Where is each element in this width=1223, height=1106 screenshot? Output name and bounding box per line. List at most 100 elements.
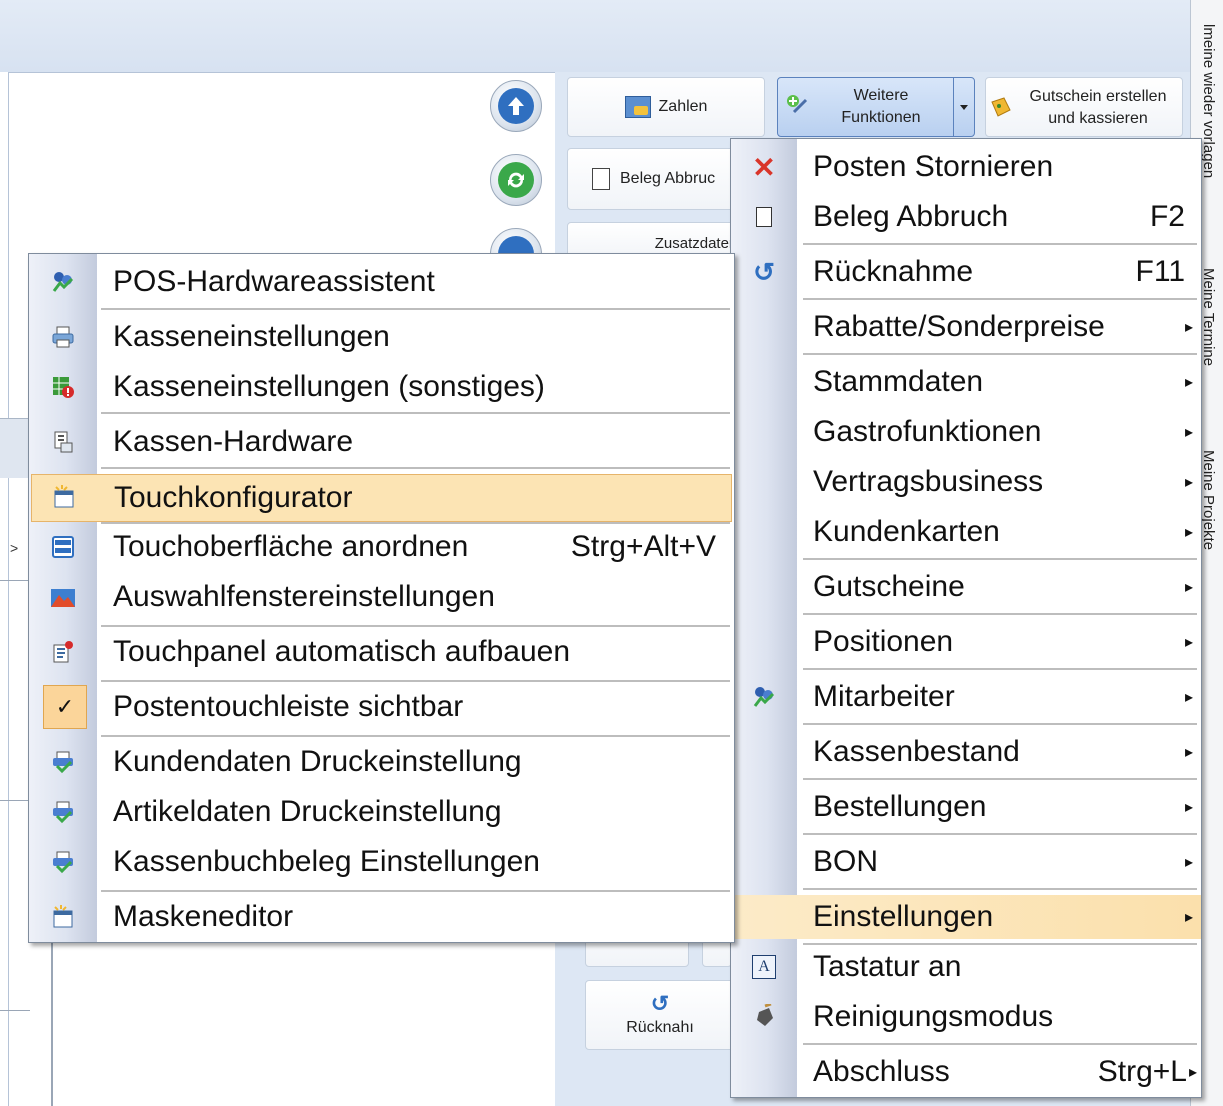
menu-separator xyxy=(803,833,1197,836)
menu-item-label: Posten Stornieren xyxy=(813,150,1054,183)
submenu-item-kundendaten-druck[interactable]: Kundendaten Druckeinstellung xyxy=(29,742,734,782)
menu-item-label: Reinigungsmodus xyxy=(813,1000,1054,1033)
submenu-item-kasseneinstellungen[interactable]: Kasseneinstellungen xyxy=(29,317,734,357)
hardware-icon xyxy=(49,428,77,456)
left-panel-row xyxy=(0,418,30,478)
keyboard-icon: A xyxy=(750,953,778,981)
zahlen-label: Zahlen xyxy=(658,98,708,115)
menu-separator xyxy=(101,522,730,525)
side-tab-termine[interactable]: Meine Termine xyxy=(1200,268,1217,366)
menu-item-shortcut: F2 xyxy=(1149,200,1185,233)
left-panel-divider xyxy=(0,580,30,581)
menu-separator xyxy=(803,243,1197,246)
menu-item-abschluss[interactable]: Abschluss Strg+L ▸ xyxy=(731,1052,1201,1092)
cross-icon: ✕ xyxy=(752,151,776,183)
cleaning-icon xyxy=(750,1003,778,1031)
menu-item-label: Positionen xyxy=(813,625,954,658)
weitere-funktionen-menu: ✕ Posten Stornieren Beleg Abbruch F2 ↺ R… xyxy=(730,138,1202,1098)
einstellungen-submenu: POS-Hardwareassistent Kasseneinstellunge… xyxy=(28,253,735,943)
submenu-item-touchoberflaeche-anordnen[interactable]: Touchoberfläche anordnen Strg+Alt+V xyxy=(29,527,734,567)
menu-item-label: Beleg Abbruch xyxy=(813,200,1009,233)
menu-item-einstellungen[interactable]: Einstellungen ▸ xyxy=(731,895,1201,939)
menu-separator xyxy=(101,680,730,683)
zahlen-button[interactable]: Zahlen xyxy=(567,77,765,137)
submenu-arrow-icon: ▸ xyxy=(1184,909,1193,926)
table-alert-icon xyxy=(49,373,77,401)
print-check-icon xyxy=(49,798,77,826)
print-check-icon xyxy=(49,848,77,876)
menu-item-kassenbestand[interactable]: Kassenbestand ▸ xyxy=(731,732,1201,772)
menu-item-reinigungsmodus[interactable]: Reinigungsmodus xyxy=(731,997,1201,1037)
left-panel-divider xyxy=(0,800,30,801)
submenu-item-artikeldaten-druck[interactable]: Artikeldaten Druckeinstellung xyxy=(29,792,734,832)
menu-item-mitarbeiter[interactable]: Mitarbeiter ▸ xyxy=(731,677,1201,717)
submenu-item-pos-hardwareassistent[interactable]: POS-Hardwareassistent xyxy=(29,262,734,302)
menu-item-beleg-abbruch[interactable]: Beleg Abbruch F2 xyxy=(731,197,1201,237)
submenu-item-maskeneditor[interactable]: Maskeneditor xyxy=(29,897,734,937)
submenu-arrow-icon: ▸ xyxy=(1184,854,1193,871)
menu-item-stammdaten[interactable]: Stammdaten ▸ xyxy=(731,362,1201,402)
submenu-arrow-icon: ▸ xyxy=(1184,744,1193,761)
submenu-item-touchkonfigurator[interactable]: Touchkonfigurator xyxy=(31,474,732,522)
menu-item-label: Vertragsbusiness xyxy=(813,465,1044,498)
scroll-up-button[interactable] xyxy=(490,80,542,132)
menu-item-label: Abschluss xyxy=(813,1055,950,1088)
menu-item-rabatte[interactable]: Rabatte/Sonderpreise ▸ xyxy=(731,307,1201,347)
menu-item-posten-stornieren[interactable]: ✕ Posten Stornieren xyxy=(731,147,1201,187)
menu-item-bon[interactable]: BON ▸ xyxy=(731,842,1201,882)
menu-item-label: Auswahlfenstereinstellungen xyxy=(113,580,495,613)
printer-icon xyxy=(49,323,77,351)
menu-item-ruecknahme[interactable]: ↺ Rücknahme F11 xyxy=(731,252,1201,292)
submenu-arrow-icon: ▸ xyxy=(1184,474,1193,491)
menu-item-label: Rabatte/Sonderpreise xyxy=(813,310,1105,343)
menu-item-kundenkarten[interactable]: Kundenkarten ▸ xyxy=(731,512,1201,552)
mask-editor-icon xyxy=(49,903,77,931)
gutschein-label-line2: und kassieren xyxy=(1048,110,1148,127)
submenu-item-auswahlfenstereinstellungen[interactable]: Auswahlfenstereinstellungen xyxy=(29,577,734,617)
side-tab-vorlagen[interactable]: lmeine wieder vorlagen xyxy=(1200,24,1217,178)
menu-separator xyxy=(101,467,730,470)
menu-item-positionen[interactable]: Positionen ▸ xyxy=(731,622,1201,662)
submenu-arrow-icon: ▸ xyxy=(1184,374,1193,391)
menu-item-label: Maskeneditor xyxy=(113,900,294,933)
menu-item-gastrofunktionen[interactable]: Gastrofunktionen ▸ xyxy=(731,412,1201,452)
menu-item-gutscheine[interactable]: Gutscheine ▸ xyxy=(731,567,1201,607)
menu-separator xyxy=(101,625,730,628)
menu-item-label: Touchkonfigurator xyxy=(114,481,353,514)
menu-separator xyxy=(803,778,1197,781)
weitere-dropdown-toggle[interactable] xyxy=(953,78,974,136)
users-icon xyxy=(750,683,778,711)
side-tab-projekte[interactable]: Meine Projekte xyxy=(1200,450,1217,550)
submenu-item-postentouchleiste[interactable]: ✓ Postentouchleiste sichtbar xyxy=(29,685,734,729)
submenu-item-touchpanel-aufbauen[interactable]: Touchpanel automatisch aufbauen xyxy=(29,632,734,672)
submenu-arrow-icon: ▸ xyxy=(1184,799,1193,816)
menu-separator xyxy=(803,613,1197,616)
menu-item-shortcut: Strg+Alt+V xyxy=(570,530,716,563)
menu-item-bestellungen[interactable]: Bestellungen ▸ xyxy=(731,787,1201,827)
menu-item-label: Kasseneinstellungen (sonstiges) xyxy=(113,370,545,403)
menu-item-shortcut: Strg+L xyxy=(1097,1055,1187,1088)
menu-item-label: POS-Hardwareassistent xyxy=(113,265,435,298)
menu-item-label: Stammdaten xyxy=(813,365,984,398)
menu-separator xyxy=(101,308,730,311)
menu-separator xyxy=(101,890,730,893)
menu-item-label: Kasseneinstellungen xyxy=(113,320,390,353)
gutschein-button[interactable]: Gutschein erstellen und kassieren xyxy=(985,77,1183,137)
submenu-item-kasseneinstellungen-sonstiges[interactable]: Kasseneinstellungen (sonstiges) xyxy=(29,367,734,407)
submenu-item-kassenbuchbeleg[interactable]: Kassenbuchbeleg Einstellungen xyxy=(29,842,734,882)
menu-item-vertragsbusiness[interactable]: Vertragsbusiness ▸ xyxy=(731,462,1201,502)
menu-item-label: Mitarbeiter xyxy=(813,680,955,713)
refresh-icon: ↺ xyxy=(753,256,775,287)
weitere-funktionen-button[interactable]: Weitere Funktionen xyxy=(777,77,975,137)
menu-item-label: Gastrofunktionen xyxy=(813,415,1042,448)
expand-arrow[interactable]: > xyxy=(10,540,18,556)
menu-item-label: Postentouchleiste sichtbar xyxy=(113,690,464,723)
refresh-button[interactable] xyxy=(490,154,542,206)
submenu-arrow-icon: ▸ xyxy=(1188,1064,1197,1081)
submenu-item-kassen-hardware[interactable]: Kassen-Hardware xyxy=(29,422,734,462)
menu-item-label: Kassenbuchbeleg Einstellungen xyxy=(113,845,540,878)
ruecknahme-button[interactable]: ↺ Rücknahı xyxy=(585,980,735,1050)
menu-item-tastatur[interactable]: A Tastatur an xyxy=(731,947,1201,987)
menu-item-label: Rücknahme xyxy=(813,255,974,288)
menu-separator xyxy=(803,353,1197,356)
